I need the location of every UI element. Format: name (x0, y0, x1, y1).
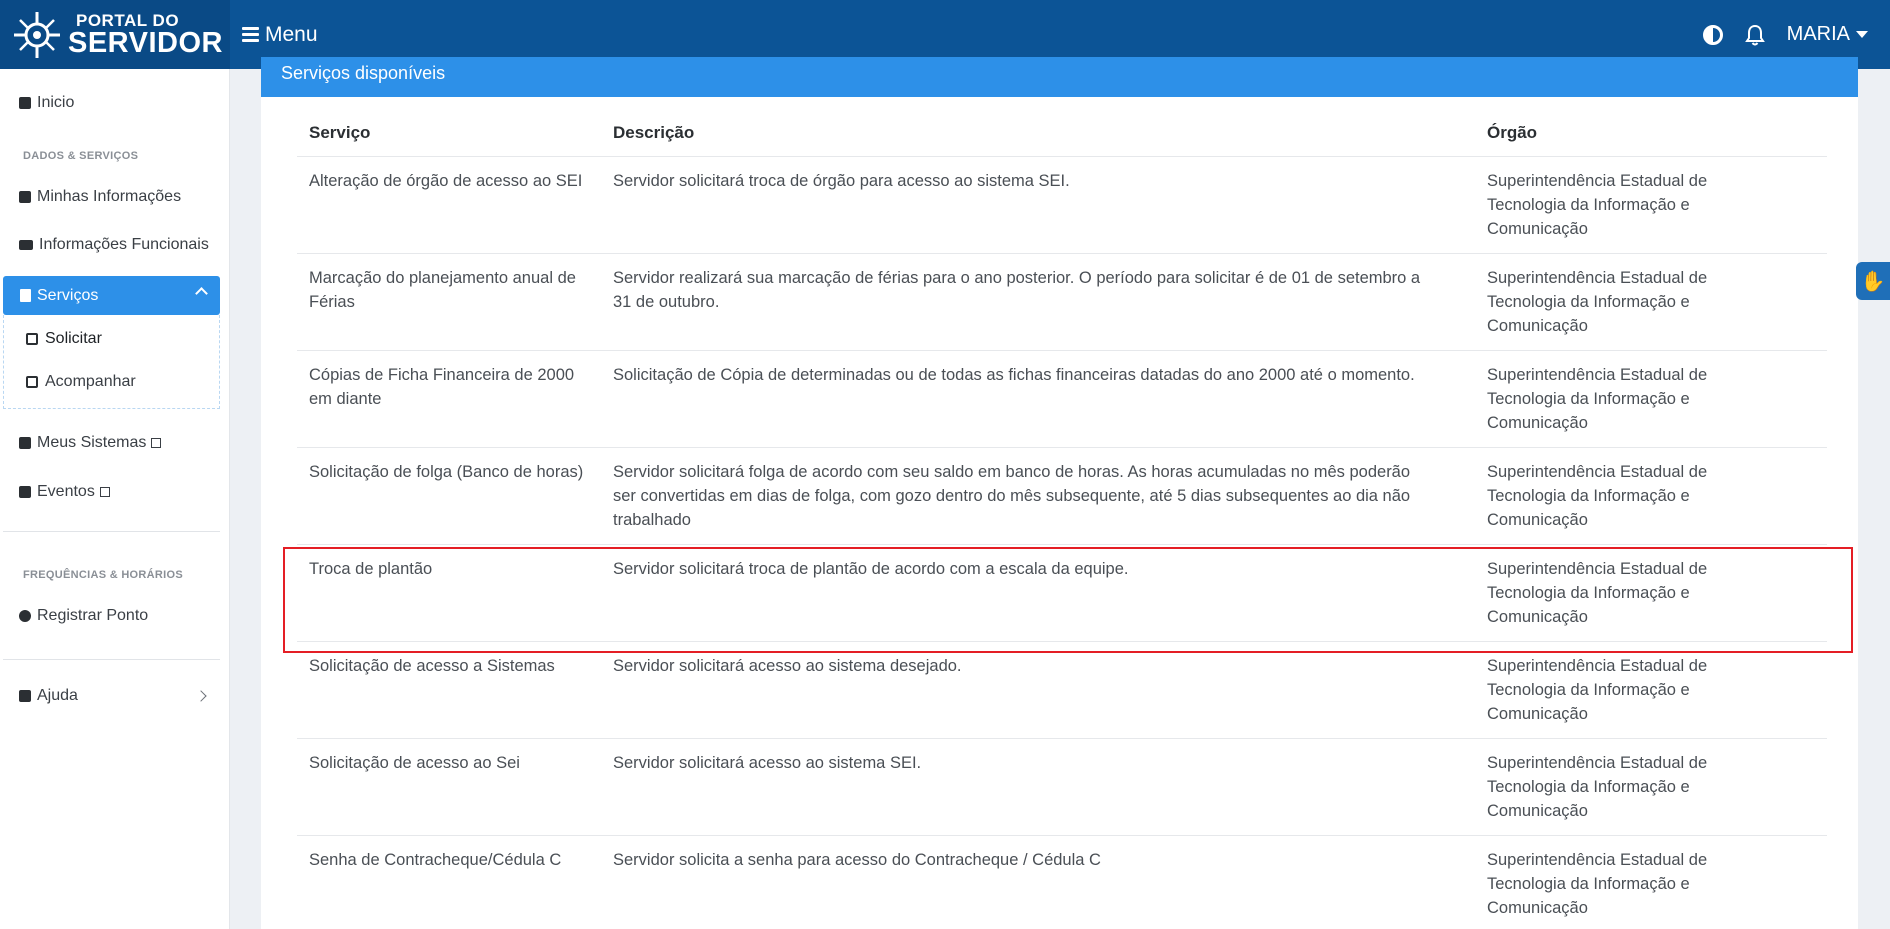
user-menu[interactable]: MARIA (1787, 23, 1868, 46)
hamburger-icon (242, 27, 259, 42)
cell-orgao: Superintendência Estadual de Tecnologia … (1487, 463, 1708, 529)
table-row[interactable]: Solicitação de acesso a Sistemas Servidor… (297, 641, 1827, 738)
external-link-icon (151, 438, 162, 448)
sidebar-item-meus-sistemas[interactable]: Meus Sistemas (19, 434, 162, 452)
table-row[interactable]: Cópias de Ficha Financeira de 2000 em di… (297, 350, 1827, 447)
cell-servico: Solicitação de folga (Banco de horas) (309, 463, 584, 481)
logo-line1: PORTAL DO (76, 10, 180, 30)
card-title: Serviços disponíveis (261, 57, 1858, 97)
sidebar-divider (3, 531, 220, 532)
sidebar-item-label: Minhas Informações (37, 188, 182, 205)
sidebar: Inicio DADOS & SERVIÇOS Minhas Informaçõ… (0, 69, 230, 929)
submenu-item-label: Acompanhar (45, 373, 136, 390)
cell-descricao: Servidor solicitará troca de plantão de … (613, 560, 1129, 578)
table-row[interactable]: Solicitação de acesso ao Sei Servidor sol… (297, 738, 1827, 835)
cell-orgao: Superintendência Estadual de Tecnologia … (1487, 560, 1708, 626)
cell-descricao: Servidor solicitará troca de órgão para … (613, 172, 1070, 190)
external-link-icon (99, 487, 110, 497)
home-icon (19, 97, 31, 109)
submenu-item-solicitar[interactable]: Solicitar (26, 330, 102, 348)
sidebar-divider (3, 659, 220, 660)
column-header-servico: Serviço (309, 123, 371, 142)
cell-servico: Troca de plantão (309, 560, 433, 578)
question-icon (19, 690, 31, 702)
cell-servico: Alteração de órgão de acesso ao SEI (309, 172, 583, 190)
sidebar-item-minhas-informacoes[interactable]: Minhas Informações (19, 188, 181, 206)
cell-orgao: Superintendência Estadual de Tecnologia … (1487, 851, 1708, 917)
logo-icon (14, 11, 60, 58)
cell-orgao: Superintendência Estadual de Tecnologia … (1487, 172, 1708, 238)
cell-servico: Marcação do planejamento anual de Férias (309, 269, 576, 311)
calendar-plus-icon (26, 333, 38, 345)
section-dados-servicos: DADOS & SERVIÇOS (23, 150, 139, 162)
table-row[interactable]: Alteração de órgão de acesso ao SEI Servi… (297, 156, 1827, 253)
table-row[interactable]: Marcação do planejamento anual de Férias… (297, 253, 1827, 350)
sidebar-item-label: Meus Sistemas (37, 434, 147, 451)
calendar-check-icon (26, 376, 38, 388)
cell-servico: Cópias de Ficha Financeira de 2000 em di… (309, 366, 575, 408)
clock-icon (19, 610, 31, 622)
menu-label: Menu (265, 22, 318, 46)
contrast-toggle-icon[interactable] (1702, 24, 1723, 45)
sidebar-item-informacoes-funcionais[interactable]: Informações Funcionais (19, 236, 209, 254)
submenu-item-acompanhar[interactable]: Acompanhar (26, 373, 136, 391)
sidebar-item-label: Eventos (37, 483, 95, 500)
sidebar-item-label: Ajuda (37, 687, 78, 704)
copy-icon (19, 437, 31, 449)
cell-servico: Solicitação de acesso ao Sei (309, 754, 520, 772)
cell-descricao: Servidor realizará sua marcação de féria… (613, 269, 1421, 311)
sidebar-item-label: Inicio (37, 94, 75, 111)
cell-servico: Senha de Contracheque/Cédula C (309, 851, 562, 869)
section-frequencias-horarios: FREQUÊNCIAS & HORÁRIOS (23, 569, 183, 581)
cell-orgao: Superintendência Estadual de Tecnologia … (1487, 366, 1708, 432)
sidebar-item-ajuda[interactable]: Ajuda (19, 687, 209, 705)
menu-button[interactable]: Menu (242, 23, 318, 47)
id-card-icon (19, 240, 33, 250)
cell-servico: Solicitação de acesso a Sistemas (309, 657, 555, 675)
services-card: Serviços disponíveis Serviço Descrição Ó… (261, 57, 1858, 929)
cell-orgao: Superintendência Estadual de Tecnologia … (1487, 269, 1708, 335)
servicos-submenu: Solicitar Acompanhar (3, 315, 220, 409)
user-card-icon (19, 191, 31, 203)
cell-descricao: Servidor solicitará acesso ao sistema de… (613, 657, 962, 675)
sidebar-item-registrar-ponto[interactable]: Registrar Ponto (19, 607, 148, 625)
column-header-orgao: Órgão (1487, 123, 1538, 142)
caret-down-icon (1856, 31, 1868, 38)
submenu-item-label: Solicitar (45, 330, 102, 347)
table-row[interactable]: Troca de plantão Servidor solicitará troc… (297, 544, 1827, 641)
table-row[interactable]: Solicitação de folga (Banco de horas) Ser… (297, 447, 1827, 544)
bell-icon[interactable] (1744, 24, 1765, 46)
chevron-right-icon (195, 690, 207, 702)
cell-descricao: Solicitação de Cópia de determinadas ou … (613, 366, 1415, 384)
sidebar-item-inicio[interactable]: Inicio (19, 94, 74, 112)
cell-descricao: Servidor solicita a senha para acesso do… (613, 851, 1101, 869)
sidebar-item-label: Serviços (37, 286, 99, 304)
logo-line2: SERVIDOR (68, 26, 223, 59)
sidebar-item-label: Registrar Ponto (37, 607, 149, 624)
table-row[interactable]: Senha de Contracheque/Cédula C Servidor s… (297, 835, 1827, 929)
cell-descricao: Servidor solicitará folga de acordo com … (613, 463, 1411, 529)
accessibility-icon[interactable]: ✋ (1856, 262, 1890, 300)
column-header-descricao: Descrição (613, 123, 695, 142)
sidebar-item-servicos[interactable]: Serviços (3, 276, 220, 315)
user-name: MARIA (1786, 23, 1850, 45)
sidebar-item-eventos[interactable]: Eventos (19, 483, 110, 501)
cell-descricao: Servidor solicitará acesso ao sistema SE… (613, 754, 922, 772)
cell-orgao: Superintendência Estadual de Tecnologia … (1487, 657, 1708, 723)
chevron-up-icon (195, 287, 208, 300)
cell-orgao: Superintendência Estadual de Tecnologia … (1487, 754, 1708, 820)
document-icon (20, 289, 31, 302)
sidebar-item-label: Informações Funcionais (39, 236, 209, 253)
book-icon (19, 486, 31, 498)
portal-logo[interactable]: PORTAL DO SERVIDOR (0, 0, 230, 69)
